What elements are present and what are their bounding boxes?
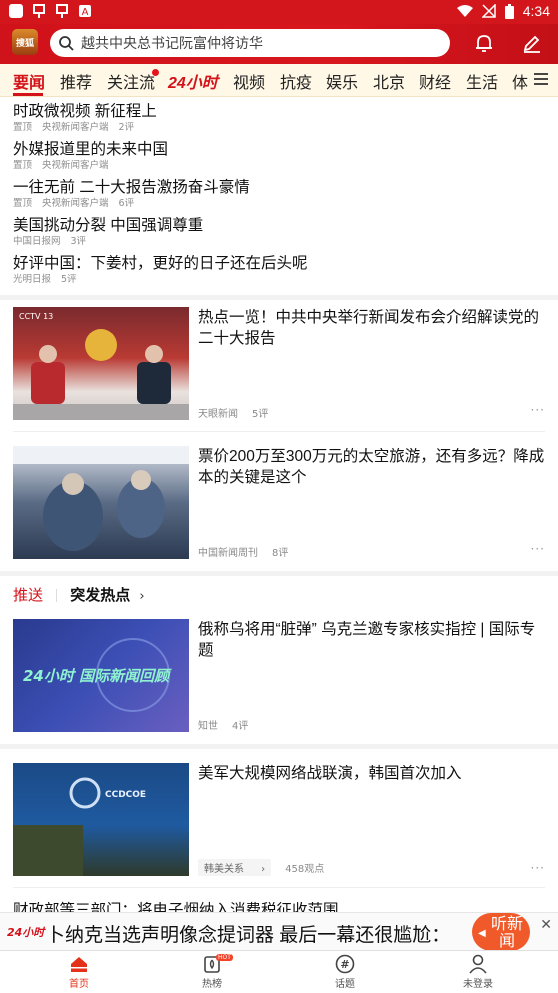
news-card[interactable]: 票价200万至300万元的太空旅游，还有多远？降成本的关键是这个 中国新闻周刊 8… — [0, 446, 558, 562]
svg-text:A: A — [82, 7, 89, 18]
tab-shenghuo[interactable]: 生活 — [466, 69, 498, 93]
speaker-icon: ◀ — [478, 928, 486, 939]
news-card[interactable]: CCTV 13 热点一览！中共中央举行新闻发布会介绍解读党的二十大报告 天眼新闻… — [0, 307, 558, 423]
menu-icon[interactable] — [534, 72, 548, 86]
status-time: 4:34 — [522, 3, 550, 19]
tab-video[interactable]: 视频 — [233, 69, 265, 93]
section-divider — [0, 744, 558, 749]
tab-tiyu[interactable]: 体 — [512, 69, 528, 93]
section-divider — [0, 295, 558, 300]
card-title: 俄称乌将用“脏弹” 乌克兰邀专家核实指控 | 国际专题 — [198, 621, 536, 659]
more-options-icon[interactable]: ··· — [531, 542, 545, 556]
listen-news-button[interactable]: ◀ 听新闻 — [472, 913, 530, 951]
nav-home[interactable]: 首页 — [39, 954, 119, 990]
tab-new-dot — [152, 69, 159, 76]
section-divider — [0, 571, 558, 576]
a-icon: A — [77, 3, 93, 19]
scrolling-news-text: 卜纳克当选声明像念提词器 最后一幕还很尴尬： — [46, 925, 451, 946]
tab-caijing[interactable]: 财经 — [419, 69, 451, 93]
card-title: 票价200万至300万元的太空旅游，还有多远？降成本的关键是这个 — [198, 448, 545, 486]
news-thumbnail: CCTV 13 — [13, 307, 189, 420]
app-notification-icon — [8, 3, 24, 19]
card-title: 热点一览！中共中央举行新闻发布会介绍解读党的二十大报告 — [198, 309, 540, 347]
chevron-right-icon: › — [139, 589, 145, 604]
24hours-logo: 24小时 — [7, 926, 45, 939]
hashtag-icon: # — [335, 954, 355, 974]
card-separator — [13, 887, 545, 888]
tab-tuijian[interactable]: 推荐 — [60, 69, 92, 93]
nav-profile[interactable]: 未登录 — [438, 954, 518, 990]
app-header: 搜狐 越共中央总书记阮富仲将访华 — [0, 24, 558, 64]
svg-text:CCDCOE: CCDCOE — [105, 790, 146, 800]
news-feed: 时政微视频 新征程上 置顶 央视新闻客户端 2评 外媒报道里的未来中国 置顶 央视新闻… — [0, 97, 558, 949]
headline-item[interactable]: 一往无前 二十大报告激扬奋斗豪情 置顶 央视新闻客户端 6评 — [13, 178, 250, 210]
home-icon — [71, 957, 87, 972]
svg-text:24小时 国际新闻回顾: 24小时 国际新闻回顾 — [23, 667, 172, 685]
label-divider — [56, 589, 58, 602]
user-icon — [469, 954, 487, 974]
search-bar[interactable]: 越共中央总书记阮富仲将访华 — [50, 29, 450, 57]
headline-item[interactable]: 外媒报道里的未来中国 置顶 央视新闻客户端 — [13, 140, 168, 172]
tab-guanzhuliu[interactable]: 关注流 — [107, 69, 155, 93]
search-placeholder: 越共中央总书记阮富仲将访华 — [81, 35, 263, 51]
more-options-icon[interactable]: ··· — [531, 861, 545, 875]
svg-text:#: # — [340, 958, 349, 971]
news-card[interactable]: CCDCOE 美军大规模网络战联演，韩国首次加入 韩美关系 › 458观点 ··· — [0, 763, 558, 879]
tab-beijing[interactable]: 北京 — [373, 69, 405, 93]
hot-badge: HOT — [216, 954, 233, 961]
status-bar: A 4:34 — [0, 0, 558, 24]
card-separator — [13, 431, 545, 432]
headline-item[interactable]: 好评中国：下姜村，更好的日子还在后头呢 光明日报 5评 — [13, 254, 308, 286]
sohu-logo[interactable]: 搜狐 — [12, 29, 38, 55]
battery-icon — [504, 3, 514, 19]
headline-item[interactable]: 美国挑动分裂 中国强调尊重 中国日报网 3评 — [13, 216, 203, 248]
push-label: 推送 — [13, 587, 44, 604]
active-tab-indicator — [13, 93, 43, 96]
bell-icon[interactable] — [472, 31, 496, 55]
news-thumbnail — [13, 446, 189, 559]
tab-yaowen[interactable]: 要闻 — [13, 69, 45, 93]
notification-icon — [31, 3, 47, 19]
nav-topics[interactable]: # 话题 — [305, 954, 385, 990]
close-icon[interactable]: ✕ — [540, 917, 552, 933]
card-title: 美军大规模网络战联演，韩国首次加入 — [198, 765, 462, 782]
press-conference-image: CCTV 13 — [13, 312, 189, 420]
more-options-icon[interactable]: ··· — [531, 403, 545, 417]
news-thumbnail: CCDCOE — [13, 763, 189, 876]
topic-tag[interactable]: 韩美关系 › — [198, 859, 272, 876]
space-tourism-image — [13, 446, 189, 551]
international-news-banner: 24小时 国际新闻回顾 — [23, 638, 172, 712]
notification-icon-2 — [54, 3, 70, 19]
tab-yule[interactable]: 娱乐 — [326, 69, 358, 93]
svg-text:CCTV 13: CCTV 13 — [19, 312, 53, 321]
channel-tabs: 要闻 推荐 关注流 24小时 视频 抗疫 娱乐 北京 财经 生活 体 — [0, 64, 558, 97]
no-signal-icon — [481, 4, 496, 18]
edit-icon[interactable] — [520, 31, 544, 55]
headline-item[interactable]: 时政微视频 新征程上 置顶 央视新闻客户端 2评 — [13, 102, 157, 134]
news-card[interactable]: 24小时 国际新闻回顾 俄称乌将用“脏弹” 乌克兰邀专家核实指控 | 国际专题 … — [0, 619, 558, 735]
search-icon — [59, 35, 74, 51]
hot-section-header[interactable]: 推送 突发热点 › — [13, 584, 413, 606]
hot-section-title: 突发热点 — [70, 587, 131, 604]
news-thumbnail: 24小时 国际新闻回顾 — [13, 619, 189, 732]
listen-news-banner[interactable]: 24小时 卜纳克当选声明像念提词器 最后一幕还很尴尬： ◀ 听新闻 ✕ — [0, 912, 558, 951]
tab-kangyi[interactable]: 抗疫 — [280, 69, 312, 93]
cyber-defense-image: CCDCOE — [13, 777, 146, 876]
tab-24hours[interactable]: 24小时 — [168, 69, 218, 93]
wifi-icon — [456, 5, 473, 17]
nav-hot-list[interactable]: HOT 热榜 — [172, 954, 252, 990]
bottom-navigation: 首页 HOT 热榜 # 话题 未登录 — [0, 950, 558, 993]
